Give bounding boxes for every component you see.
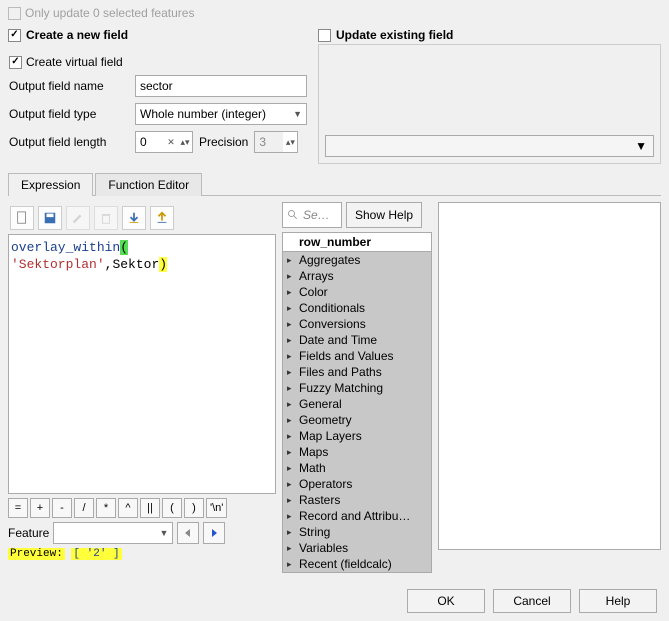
cancel-button[interactable]: Cancel: [493, 589, 571, 613]
function-category-item[interactable]: Aggregates: [283, 252, 431, 268]
operator-button[interactable]: /: [74, 498, 94, 518]
stepper-icon: ▴▾: [283, 132, 297, 152]
export-icon[interactable]: [150, 206, 174, 230]
function-category-item[interactable]: Rasters: [283, 492, 431, 508]
operator-button[interactable]: -: [52, 498, 72, 518]
function-category-item[interactable]: General: [283, 396, 431, 412]
function-category-item[interactable]: Geometry: [283, 412, 431, 428]
output-name-input[interactable]: [135, 75, 307, 97]
next-feature-button[interactable]: [203, 522, 225, 544]
function-category-item[interactable]: Record and Attribu…: [283, 508, 431, 524]
search-icon: [287, 209, 299, 221]
expression-toolbar: [8, 202, 276, 234]
prev-feature-button[interactable]: [177, 522, 199, 544]
operator-button[interactable]: '\n': [206, 498, 227, 518]
update-existing-panel: ▼: [318, 44, 661, 164]
function-category-item[interactable]: String: [283, 524, 431, 540]
update-existing-field-label: Update existing field: [336, 28, 453, 42]
operator-button[interactable]: =: [8, 498, 28, 518]
tab-function-editor[interactable]: Function Editor: [95, 173, 202, 196]
function-category-item[interactable]: Fields and Values: [283, 348, 431, 364]
feature-combo[interactable]: ▼: [53, 522, 173, 544]
output-length-label: Output field length: [9, 135, 129, 149]
output-name-label: Output field name: [9, 79, 129, 93]
function-category-item[interactable]: Arrays: [283, 268, 431, 284]
output-type-label: Output field type: [9, 107, 129, 121]
function-category-item[interactable]: Date and Time: [283, 332, 431, 348]
clear-icon[interactable]: ✕: [164, 132, 178, 152]
function-category-item[interactable]: Maps: [283, 444, 431, 460]
delete-icon: [94, 206, 118, 230]
function-category-item[interactable]: Map Layers: [283, 428, 431, 444]
output-length-spinner[interactable]: ✕▴▾: [135, 131, 193, 153]
function-category-item[interactable]: Recent (fieldcalc): [283, 556, 431, 572]
only-update-checkbox: [8, 7, 21, 20]
create-new-field-label: Create a new field: [26, 28, 128, 42]
help-panel: [438, 202, 661, 550]
chevron-down-icon: ▼: [293, 109, 302, 119]
chevron-down-icon: ▼: [635, 139, 647, 153]
operator-button[interactable]: ): [184, 498, 204, 518]
ok-button[interactable]: OK: [407, 589, 485, 613]
operator-button[interactable]: ||: [140, 498, 160, 518]
function-category-item[interactable]: Variables: [283, 540, 431, 556]
operator-button[interactable]: (: [162, 498, 182, 518]
stepper-icon[interactable]: ▴▾: [178, 132, 192, 152]
function-category-item[interactable]: Files and Paths: [283, 364, 431, 380]
import-icon[interactable]: [122, 206, 146, 230]
function-search-input[interactable]: Se…: [282, 202, 342, 228]
operator-button[interactable]: *: [96, 498, 116, 518]
function-category-item[interactable]: Conditionals: [283, 300, 431, 316]
help-button[interactable]: Help: [579, 589, 657, 613]
function-category-item[interactable]: Conversions: [283, 316, 431, 332]
chevron-down-icon: ▼: [159, 528, 168, 538]
function-list-header[interactable]: row_number: [283, 233, 431, 252]
save-icon[interactable]: [38, 206, 62, 230]
edit-icon: [66, 206, 90, 230]
function-list[interactable]: row_number AggregatesArraysColorConditio…: [282, 232, 432, 573]
precision-label: Precision: [199, 135, 248, 149]
operator-button[interactable]: ^: [118, 498, 138, 518]
output-type-combo[interactable]: Whole number (integer) ▼: [135, 103, 307, 125]
feature-label: Feature: [8, 526, 49, 540]
only-update-label: Only update 0 selected features: [25, 6, 194, 20]
create-new-field-checkbox[interactable]: [8, 29, 21, 42]
operator-button[interactable]: +: [30, 498, 50, 518]
update-existing-field-checkbox[interactable]: [318, 29, 331, 42]
preview-row: Preview: [ '2' ]: [8, 548, 276, 560]
update-field-combo[interactable]: ▼: [325, 135, 654, 157]
create-virtual-field-label: Create virtual field: [26, 55, 123, 69]
function-category-item[interactable]: Math: [283, 460, 431, 476]
show-help-button[interactable]: Show Help: [346, 202, 422, 228]
create-virtual-field-checkbox[interactable]: [9, 56, 22, 69]
precision-spinner: ▴▾: [254, 131, 298, 153]
function-category-item[interactable]: Operators: [283, 476, 431, 492]
function-category-item[interactable]: Color: [283, 284, 431, 300]
new-file-icon[interactable]: [10, 206, 34, 230]
function-category-item[interactable]: Fuzzy Matching: [283, 380, 431, 396]
expression-editor[interactable]: overlay_within('Sektorplan',Sektor): [8, 234, 276, 494]
tab-expression[interactable]: Expression: [8, 173, 93, 196]
